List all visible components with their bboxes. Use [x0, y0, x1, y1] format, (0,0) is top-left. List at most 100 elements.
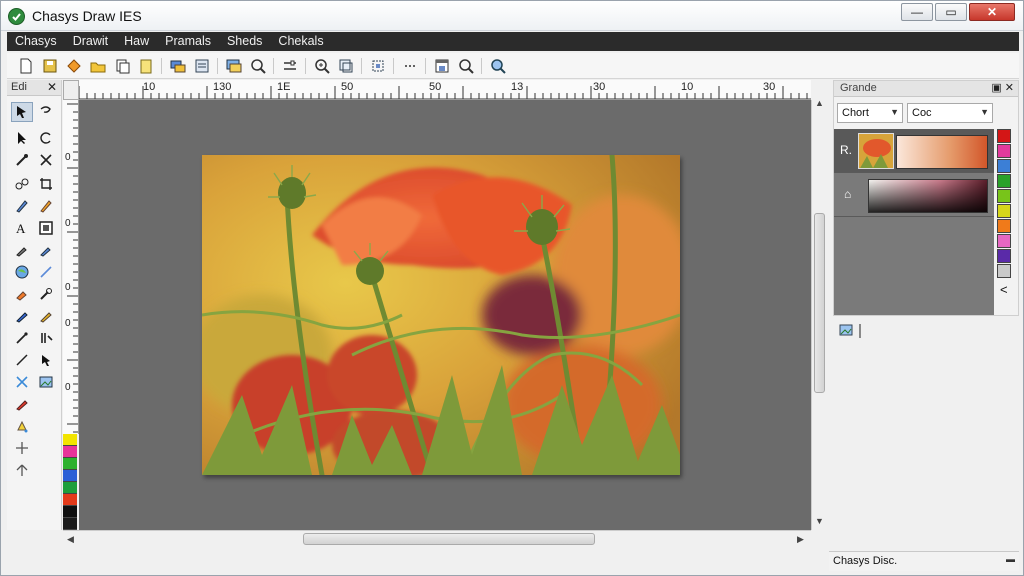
- globe-tool-icon[interactable]: [11, 262, 33, 282]
- lasso-tool-icon[interactable]: [35, 102, 57, 122]
- menu-pramals[interactable]: Pramals: [157, 32, 219, 51]
- blend-mode-dropdown[interactable]: Chort ▼: [837, 103, 903, 123]
- pen-tool-icon[interactable]: [11, 196, 33, 216]
- sharpen-tool-icon[interactable]: [35, 306, 57, 326]
- scroll-down-icon[interactable]: ▼: [815, 516, 824, 526]
- brush-tool-icon[interactable]: [35, 196, 57, 216]
- gallery-tool-icon[interactable]: [35, 372, 57, 392]
- magnifier-icon[interactable]: [489, 57, 507, 75]
- layers-icon[interactable]: [169, 57, 187, 75]
- layer-props-icon[interactable]: [839, 323, 863, 342]
- heal-tool-icon[interactable]: [11, 284, 33, 304]
- maximize-button[interactable]: ▭: [935, 3, 967, 21]
- blur-tool-icon[interactable]: [35, 240, 57, 260]
- close-button[interactable]: ✕: [969, 3, 1015, 21]
- warp-tool-icon[interactable]: [11, 372, 33, 392]
- fill-tool-icon[interactable]: [11, 416, 33, 436]
- scroll-left-icon[interactable]: ◀: [67, 534, 74, 545]
- minimize-button[interactable]: —: [901, 3, 933, 21]
- collapse-chevron-icon[interactable]: <: [1000, 282, 1013, 297]
- toolbox-close-icon[interactable]: ✕: [47, 80, 57, 94]
- print-icon[interactable]: [433, 57, 451, 75]
- line-tool-icon[interactable]: [35, 262, 57, 282]
- ruler-label: 0: [65, 318, 71, 329]
- up-arrow-tool-icon[interactable]: [11, 460, 33, 480]
- cross-tool-icon[interactable]: [35, 150, 57, 170]
- frame-icon[interactable]: [225, 57, 243, 75]
- palette-swatch[interactable]: [63, 434, 77, 446]
- palette-swatch[interactable]: [63, 506, 77, 518]
- scroll-right-icon[interactable]: ▶: [797, 534, 804, 545]
- new-document-icon[interactable]: [17, 57, 35, 75]
- vertical-scroll-thumb[interactable]: [814, 213, 825, 393]
- paste-icon[interactable]: [137, 57, 155, 75]
- swatch[interactable]: [997, 144, 1011, 158]
- paint-bucket-icon[interactable]: [65, 57, 83, 75]
- palette-swatch[interactable]: [63, 482, 77, 494]
- menu-haw[interactable]: Haw: [116, 32, 157, 51]
- copy-icon[interactable]: [113, 57, 131, 75]
- menu-chekals[interactable]: Chekals: [270, 32, 331, 51]
- crop-icon[interactable]: [337, 57, 355, 75]
- minimize-icon: —: [911, 5, 923, 19]
- move-tool-icon[interactable]: [11, 438, 33, 458]
- swatch[interactable]: [997, 189, 1011, 203]
- resize-grip-icon[interactable]: ▬: [1006, 554, 1015, 564]
- pencil-tool-icon[interactable]: [11, 306, 33, 326]
- palette-swatch[interactable]: [63, 470, 77, 482]
- top-ruler: 10 130 1E 50 50 13 30 10 30: [63, 80, 811, 100]
- layer-item[interactable]: ⌂: [834, 173, 994, 217]
- swatch[interactable]: [997, 204, 1011, 218]
- text-tool-icon[interactable]: A: [11, 218, 33, 238]
- measure-tool-icon[interactable]: [35, 328, 57, 348]
- zoom-in-icon[interactable]: [313, 57, 331, 75]
- pointer-tool-icon[interactable]: [11, 128, 33, 148]
- opacity-dropdown[interactable]: Coc ▼: [907, 103, 993, 123]
- picker-tool-icon[interactable]: [11, 328, 33, 348]
- menu-chasys[interactable]: Chasys: [7, 32, 65, 51]
- menu-drawit[interactable]: Drawit: [65, 32, 116, 51]
- save-icon[interactable]: [41, 57, 59, 75]
- properties-icon[interactable]: [193, 57, 211, 75]
- smudge-tool-icon[interactable]: [11, 240, 33, 260]
- panel-close-icon[interactable]: ▣ ✕: [991, 81, 1014, 94]
- swatch[interactable]: [997, 159, 1011, 173]
- horizontal-scrollbar[interactable]: ◀ ▶: [63, 530, 811, 547]
- swatch[interactable]: [997, 234, 1011, 248]
- swatch[interactable]: [997, 174, 1011, 188]
- layer-item[interactable]: R.: [834, 129, 994, 173]
- palette-swatch[interactable]: [63, 446, 77, 458]
- arrow-select-tool-icon[interactable]: [35, 350, 57, 370]
- stamp-tool-icon[interactable]: [35, 284, 57, 304]
- swatch[interactable]: [997, 219, 1011, 233]
- layer-tag: R.: [840, 143, 852, 157]
- clone-tool-icon[interactable]: [11, 174, 33, 194]
- eyedropper-tool-icon[interactable]: [11, 150, 33, 170]
- canvas-workspace[interactable]: [79, 100, 811, 530]
- select-tool-icon[interactable]: [11, 102, 33, 122]
- transform-icon[interactable]: [369, 57, 387, 75]
- image-frame-tool-icon[interactable]: [35, 218, 57, 238]
- straight-line-tool-icon[interactable]: [11, 350, 33, 370]
- swatch[interactable]: [997, 264, 1011, 278]
- vertical-scrollbar[interactable]: ▲ ▼: [811, 98, 827, 530]
- color-pick-tool-icon[interactable]: [11, 394, 33, 414]
- menu-sheds[interactable]: Sheds: [219, 32, 270, 51]
- crop-tool-icon[interactable]: [35, 174, 57, 194]
- palette-swatch[interactable]: [63, 518, 77, 530]
- palette-swatch[interactable]: [63, 494, 77, 506]
- ruler-corner[interactable]: [63, 80, 79, 100]
- more-icon[interactable]: [401, 57, 419, 75]
- scroll-up-icon[interactable]: ▲: [815, 98, 824, 108]
- open-folder-icon[interactable]: [89, 57, 107, 75]
- zoom-icon[interactable]: [249, 57, 267, 75]
- swatch[interactable]: [997, 249, 1011, 263]
- swatch[interactable]: [997, 129, 1011, 143]
- adjust-icon[interactable]: [281, 57, 299, 75]
- rotate-tool-icon[interactable]: [35, 128, 57, 148]
- search-icon[interactable]: [457, 57, 475, 75]
- palette-swatch[interactable]: [63, 458, 77, 470]
- horizontal-scroll-thumb[interactable]: [303, 533, 595, 545]
- image-canvas[interactable]: [202, 155, 680, 475]
- opacity-value: Coc: [912, 107, 932, 119]
